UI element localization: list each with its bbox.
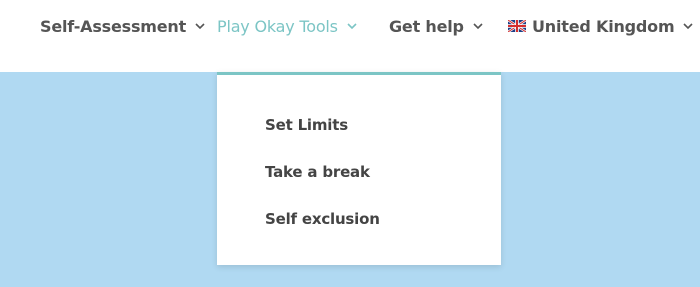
uk-flag-icon — [508, 20, 526, 32]
menu-item-self-exclusion[interactable]: Self exclusion — [265, 207, 380, 231]
chevron-down-icon — [473, 23, 483, 30]
chevron-down-icon — [347, 23, 357, 30]
nav-item-label: Get help — [389, 16, 464, 36]
menu-item-label: Take a break — [265, 163, 370, 181]
top-nav: Self-Assessment Play Okay Tools Get help… — [0, 0, 700, 72]
nav-item-country[interactable]: United Kingdom — [508, 14, 694, 38]
menu-item-label: Self exclusion — [265, 210, 380, 228]
chevron-down-icon — [683, 23, 694, 30]
menu-item-set-limits[interactable]: Set Limits — [265, 113, 348, 137]
nav-item-get-help[interactable]: Get help — [389, 14, 484, 38]
nav-item-label: Play Okay Tools — [217, 16, 338, 36]
nav-item-label: United Kingdom — [532, 16, 675, 36]
play-okay-tools-dropdown: Set Limits Take a break Self exclusion — [217, 72, 501, 265]
dropdown-accent-bar — [217, 72, 501, 75]
menu-item-take-a-break[interactable]: Take a break — [265, 160, 370, 184]
chevron-down-icon — [195, 23, 205, 30]
nav-item-play-okay-tools[interactable]: Play Okay Tools — [217, 14, 358, 38]
nav-item-label: Self-Assessment — [40, 16, 187, 36]
menu-item-label: Set Limits — [265, 116, 348, 134]
nav-item-self-assessment[interactable]: Self-Assessment — [40, 14, 206, 38]
